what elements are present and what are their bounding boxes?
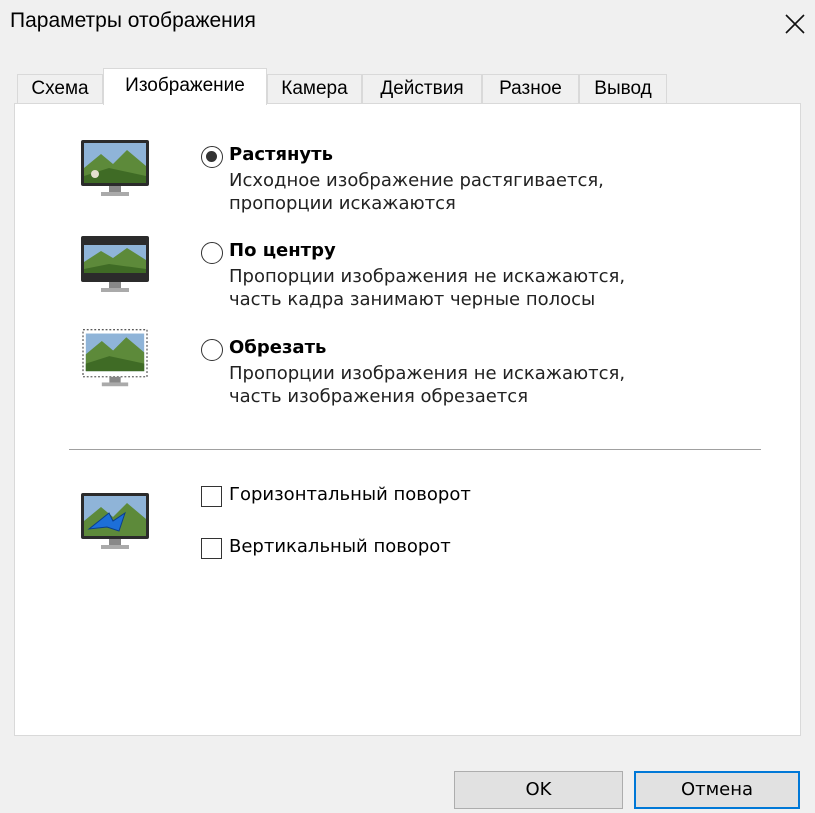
crop-description: Пропорции изображения не искажаются, час… — [229, 362, 689, 408]
crop-desc-line2: часть изображения обрезается — [229, 386, 529, 407]
ok-button[interactable]: OK — [454, 771, 623, 809]
stretch-radio[interactable] — [201, 146, 223, 168]
crop-desc-line1: Пропорции изображения не искажаются, — [229, 363, 626, 384]
horizontal-flip-label: Горизонтальный поворот — [229, 484, 471, 505]
horizontal-flip-checkbox[interactable] — [201, 486, 222, 507]
stretch-desc-line1: Исходное изображение растягивается, — [229, 170, 604, 191]
image-settings-panel: Растянуть Исходное изображение растягива… — [14, 103, 801, 736]
monitor-letterbox-icon — [81, 236, 149, 292]
monitor-stretch-icon — [81, 140, 149, 196]
stretch-description: Исходное изображение растягивается, проп… — [229, 169, 689, 215]
close-button[interactable] — [783, 12, 807, 36]
monitor-crop-icon — [82, 329, 148, 387]
section-divider — [69, 449, 761, 450]
crop-radio[interactable] — [201, 339, 223, 361]
center-desc-line2: часть кадра занимают черные полосы — [229, 289, 596, 310]
vertical-flip-checkbox[interactable] — [201, 538, 222, 559]
stretch-desc-line2: пропорции искажаются — [229, 193, 456, 214]
window-title: Параметры отображения — [10, 9, 256, 32]
tab-camera[interactable]: Камера — [267, 74, 362, 104]
close-icon — [785, 14, 805, 34]
center-label: По центру — [229, 240, 336, 261]
stretch-label: Растянуть — [229, 144, 333, 165]
tab-scheme[interactable]: Схема — [17, 74, 103, 104]
tab-misc[interactable]: Разное — [482, 74, 579, 104]
center-description: Пропорции изображения не искажаются, час… — [229, 265, 689, 311]
crop-label: Обрезать — [229, 337, 327, 358]
tab-actions[interactable]: Действия — [362, 74, 482, 104]
center-desc-line1: Пропорции изображения не искажаются, — [229, 266, 626, 287]
tab-output[interactable]: Вывод — [579, 74, 667, 104]
tab-image[interactable]: Изображение — [103, 68, 267, 105]
vertical-flip-label: Вертикальный поворот — [229, 536, 451, 557]
cancel-button[interactable]: Отмена — [634, 771, 800, 809]
center-radio[interactable] — [201, 242, 223, 264]
monitor-flip-icon — [81, 493, 149, 549]
